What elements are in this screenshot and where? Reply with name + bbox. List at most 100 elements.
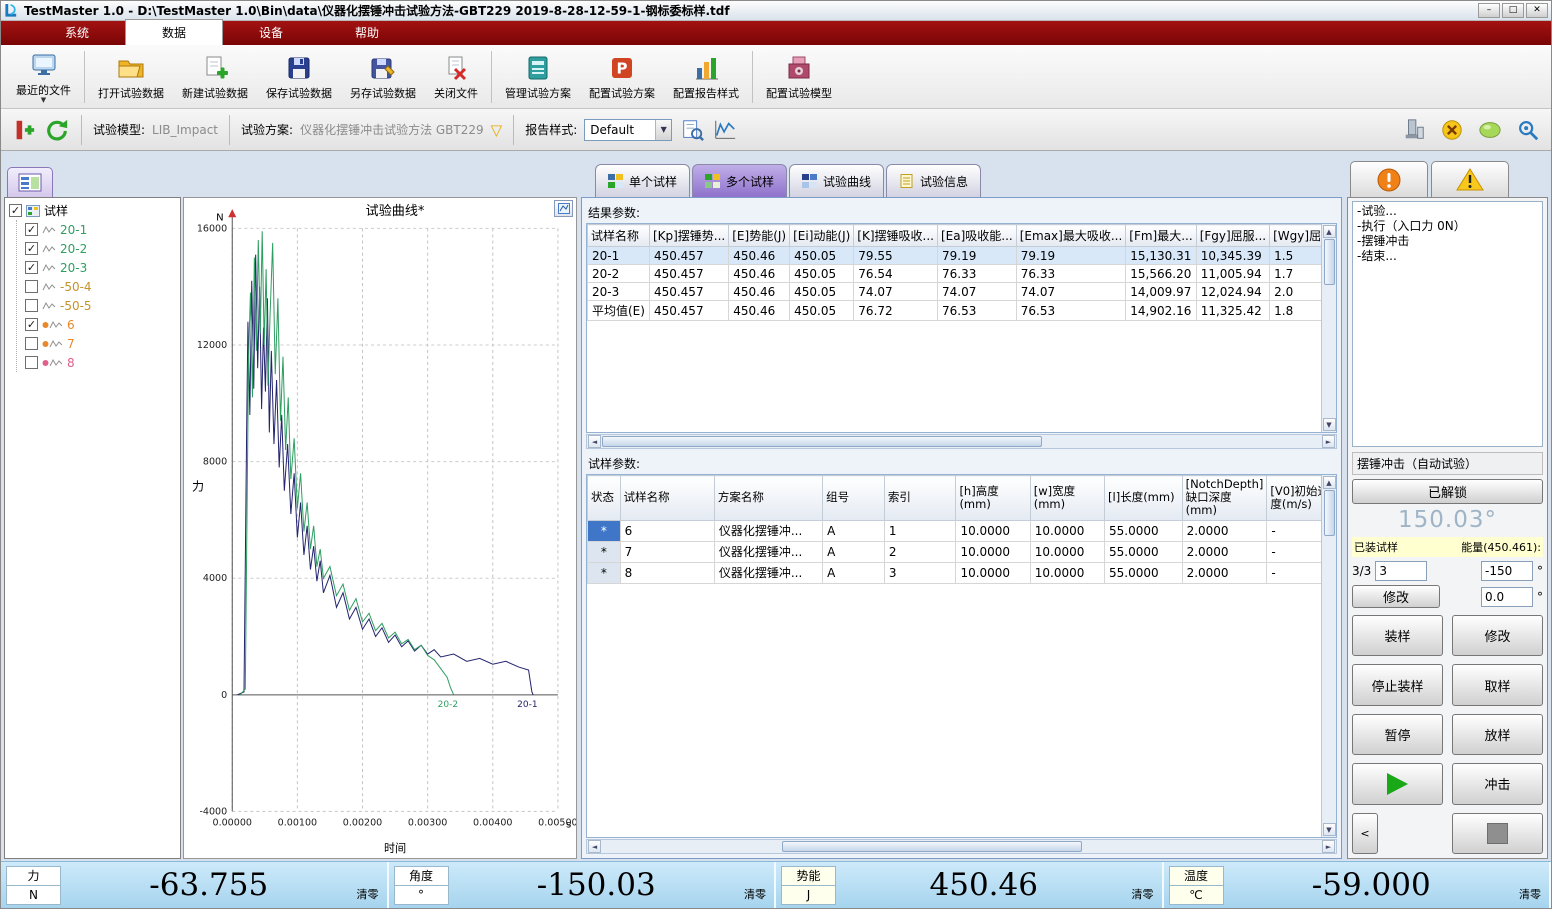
clear-button[interactable]: 清零 <box>744 886 766 905</box>
take-sample-button[interactable]: 取样 <box>1452 664 1543 705</box>
column-header[interactable]: 方案名称 <box>714 476 822 521</box>
scroll-thumb[interactable] <box>782 841 1082 852</box>
print-preview-button[interactable] <box>679 117 705 143</box>
collapse-button[interactable]: < <box>1352 813 1378 854</box>
zero-angle-input[interactable] <box>1481 587 1533 607</box>
tab-single-sample[interactable]: 单个试样 <box>595 164 690 197</box>
column-header[interactable]: [h]高度 (mm) <box>956 476 1030 521</box>
tree-item[interactable]: -50-5 <box>23 296 178 315</box>
table-row[interactable]: 20-1450.457450.46450.0579.5579.1979.1915… <box>588 247 1337 265</box>
impact-button[interactable]: 冲击 <box>1452 763 1543 804</box>
close-button[interactable]: ✕ <box>1526 3 1548 18</box>
column-header[interactable]: [Emax]最大吸收... <box>1016 225 1126 247</box>
clear-button[interactable]: 清零 <box>1132 886 1154 905</box>
clear-button[interactable]: 清零 <box>357 886 379 905</box>
tree-item[interactable]: ✓6 <box>23 315 178 334</box>
load-sample-button[interactable]: 装样 <box>1352 615 1443 656</box>
scroll-down-arrow[interactable]: ▼ <box>1323 418 1336 431</box>
tree-item-checkbox[interactable]: ✓ <box>25 261 38 274</box>
menu-item-3[interactable]: 帮助 <box>319 20 415 45</box>
stop-button[interactable] <box>1452 813 1543 854</box>
device-icon[interactable] <box>1401 117 1427 143</box>
unlock-button[interactable]: 已解锁 <box>1352 479 1543 504</box>
status-lamp-icon[interactable] <box>1477 117 1503 143</box>
tab-warnings[interactable] <box>1431 161 1509 197</box>
column-header[interactable]: [Ei]动能(J) <box>790 225 854 247</box>
tree-item[interactable]: ✓20-3 <box>23 258 178 277</box>
tree-item-checkbox[interactable] <box>25 280 38 293</box>
modify-count-button[interactable]: 修改 <box>1352 585 1440 608</box>
column-header[interactable]: [Fgy]屈服... <box>1196 225 1269 247</box>
tree-item-checkbox[interactable] <box>25 299 38 312</box>
scroll-right-arrow[interactable]: ► <box>1322 840 1335 853</box>
column-header[interactable]: 试样名称 <box>588 225 650 247</box>
clear-button[interactable]: 清零 <box>1519 886 1541 905</box>
table-row[interactable]: *7仪器化摆锤冲...A210.000010.000055.00002.0000… <box>588 541 1336 562</box>
sample-count-input[interactable] <box>1375 561 1427 581</box>
tree-item-checkbox[interactable]: ✓ <box>25 242 38 255</box>
release-sample-button[interactable]: 放样 <box>1452 714 1543 755</box>
scroll-thumb[interactable] <box>1324 239 1335 285</box>
start-button[interactable] <box>1352 763 1443 804</box>
disconnect-icon[interactable] <box>1439 117 1465 143</box>
tree-item-checkbox[interactable]: ✓ <box>25 223 38 236</box>
column-header[interactable]: 组号 <box>823 476 885 521</box>
new-data-button[interactable]: 新建试验数据 <box>173 48 257 106</box>
column-header[interactable]: 索引 <box>884 476 956 521</box>
column-header[interactable]: 试样名称 <box>620 476 714 521</box>
tab-test-log[interactable] <box>1350 161 1428 197</box>
results-vertical-scrollbar[interactable]: ▲ ▼ <box>1321 224 1336 432</box>
config-model-button[interactable]: 配置试验模型 <box>757 48 841 106</box>
column-header[interactable]: [NotchDepth] 缺口深度 (mm) <box>1182 476 1267 521</box>
settings-search-button[interactable] <box>1515 117 1541 143</box>
scroll-thumb[interactable] <box>1324 490 1335 536</box>
tree-item-checkbox[interactable]: ✓ <box>25 318 38 331</box>
scroll-left-arrow[interactable]: ◄ <box>588 840 601 853</box>
table-row[interactable]: 20-2450.457450.46450.0576.5476.3376.3315… <box>588 265 1337 283</box>
scroll-right-arrow[interactable]: ► <box>1322 435 1335 448</box>
tree-item[interactable]: 8 <box>23 353 178 372</box>
column-header[interactable]: [Kp]摆锤势... <box>649 225 728 247</box>
recent-files-button[interactable]: 最近的文件 ▼ <box>7 48 80 106</box>
column-header[interactable]: [Ea]吸收能... <box>937 225 1016 247</box>
pause-button[interactable]: 暂停 <box>1352 714 1443 755</box>
column-header[interactable]: [w]宽度 (mm) <box>1030 476 1104 521</box>
restore-button[interactable]: □ <box>1502 3 1524 18</box>
scroll-down-arrow[interactable]: ▼ <box>1323 823 1336 836</box>
tree-item[interactable]: 7 <box>23 334 178 353</box>
tree-item[interactable]: ✓20-1 <box>23 220 178 239</box>
tree-root[interactable]: ✓ 试样 <box>7 201 178 220</box>
open-data-button[interactable]: 打开试验数据 <box>89 48 173 106</box>
tree-item-checkbox[interactable] <box>25 356 38 369</box>
stop-loading-button[interactable]: 停止装样 <box>1352 664 1443 705</box>
table-row[interactable]: *6仪器化摆锤冲...A110.000010.000055.00002.0000… <box>588 520 1336 541</box>
manage-plan-button[interactable]: 管理试验方案 <box>496 48 580 106</box>
tree-root-checkbox[interactable]: ✓ <box>9 204 22 217</box>
scroll-up-arrow[interactable]: ▲ <box>1323 225 1336 238</box>
refresh-button[interactable] <box>44 117 70 143</box>
scroll-up-arrow[interactable]: ▲ <box>1323 476 1336 489</box>
tree-tab[interactable] <box>7 167 53 197</box>
close-file-button[interactable]: 关闭文件 <box>425 48 487 106</box>
samples-vertical-scrollbar[interactable]: ▲ ▼ <box>1321 475 1336 837</box>
save-as-data-button[interactable]: 另存试验数据 <box>341 48 425 106</box>
tab-test-info[interactable]: 试验信息 <box>886 164 981 197</box>
table-row[interactable]: 平均值(E)450.457450.46450.0576.7276.5376.53… <box>588 301 1337 321</box>
column-header[interactable]: [l]长度(mm) <box>1105 476 1183 521</box>
tab-multi-sample[interactable]: 多个试样 <box>692 164 787 197</box>
results-horizontal-scrollbar[interactable]: ◄ ► <box>586 434 1337 449</box>
config-report-button[interactable]: 配置报告样式 <box>664 48 748 106</box>
tree-item[interactable]: -50-4 <box>23 277 178 296</box>
config-plan-button[interactable]: P 配置试验方案 <box>580 48 664 106</box>
minimize-button[interactable]: – <box>1478 3 1500 18</box>
tab-test-curve[interactable]: 试验曲线 <box>789 164 884 197</box>
report-style-select[interactable]: Default ▼ <box>584 119 672 141</box>
scroll-thumb[interactable] <box>602 436 1042 447</box>
insert-marker-button[interactable] <box>11 117 37 143</box>
table-row[interactable]: 20-3450.457450.46450.0574.0774.0774.0714… <box>588 283 1337 301</box>
modify-button[interactable]: 修改 <box>1452 615 1543 656</box>
save-data-button[interactable]: 保存试验数据 <box>257 48 341 106</box>
menu-item-2[interactable]: 设备 <box>223 20 319 45</box>
tree-item-checkbox[interactable] <box>25 337 38 350</box>
menu-item-0[interactable]: 系统 <box>29 20 125 45</box>
